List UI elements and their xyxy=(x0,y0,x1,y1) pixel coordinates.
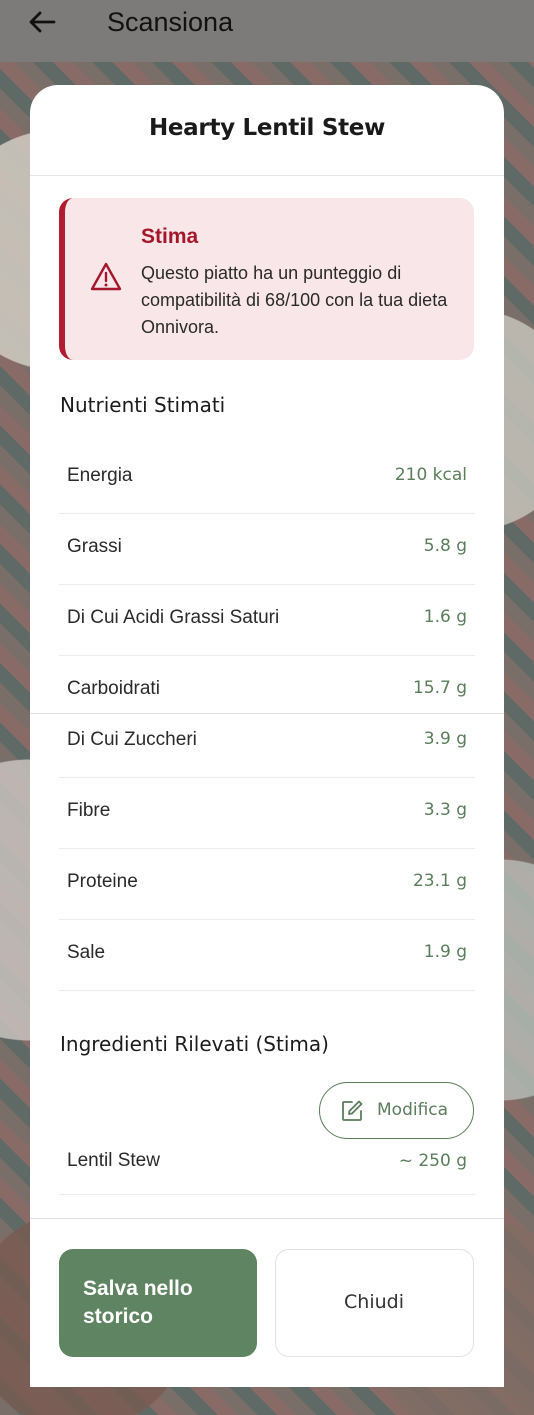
nutrient-row: Fibre 3.3 g xyxy=(59,778,475,849)
warning-triangle-icon xyxy=(90,262,122,291)
nutrient-name: Carboidrati xyxy=(67,678,160,699)
nutrient-name: Grassi xyxy=(67,536,122,557)
nutrient-row: Carboidrati 15.7 g xyxy=(59,656,475,713)
edit-icon xyxy=(342,1100,363,1121)
nutrient-row: Di Cui Zuccheri 3.9 g xyxy=(59,707,475,778)
divider xyxy=(30,175,504,176)
close-button-label: Chiudi xyxy=(344,1291,404,1313)
nutrient-row: Sale 1.9 g xyxy=(59,920,475,991)
back-button[interactable] xyxy=(22,4,62,40)
page-title: Scansiona xyxy=(107,7,234,37)
ingredient-name: Lentil Stew xyxy=(67,1150,160,1171)
alert-message: Questo piatto ha un punteggio di compati… xyxy=(141,263,448,337)
nutrient-value: 5.8 g xyxy=(423,536,467,556)
nutrient-name: Di Cui Acidi Grassi Saturi xyxy=(67,607,280,628)
nutrient-name: Energia xyxy=(67,465,133,486)
save-button-label: Salva nello storico xyxy=(83,1277,193,1328)
nutrient-name: Fibre xyxy=(67,800,111,821)
nutrient-row: Proteine 23.1 g xyxy=(59,849,475,920)
nutrient-value: 23.1 g xyxy=(412,871,467,891)
ingredient-quantity: ~ 250 g xyxy=(398,1151,467,1171)
estimate-alert: Stima Questo piatto ha un punteggio di c… xyxy=(59,198,474,360)
nutrient-row: Grassi 5.8 g xyxy=(59,514,475,585)
nutrient-value: 3.3 g xyxy=(423,800,467,820)
nutrient-value: 1.9 g xyxy=(423,942,467,962)
alert-title: Stima xyxy=(141,225,199,248)
edit-ingredients-button[interactable]: Modifica xyxy=(319,1082,474,1139)
footer-divider xyxy=(30,1218,504,1219)
nutrient-row: Di Cui Acidi Grassi Saturi 1.6 g xyxy=(59,585,475,656)
nutrient-name: Proteine xyxy=(67,871,138,892)
nutrient-value: 15.7 g xyxy=(412,678,467,698)
nutrient-name: Sale xyxy=(67,942,106,963)
nutrient-value: 210 kcal xyxy=(394,465,467,485)
dish-title: Hearty Lentil Stew xyxy=(148,115,386,141)
close-button[interactable]: Chiudi xyxy=(275,1249,474,1357)
edit-label: Modifica xyxy=(377,1100,449,1120)
nutrients-section-title: Nutrienti Stimati xyxy=(60,393,226,417)
result-sheet: Hearty Lentil Stew Stima Questo piatto h… xyxy=(30,85,504,1387)
nutrient-name: Di Cui Zuccheri xyxy=(67,729,197,750)
arrow-left-icon xyxy=(29,11,56,33)
nutrient-value: 3.9 g xyxy=(423,729,467,749)
save-to-history-button[interactable]: Salva nello storico xyxy=(59,1249,257,1357)
top-app-bar: Scansiona xyxy=(0,0,534,62)
ingredient-row: Lentil Stew ~ 250 g xyxy=(59,1135,475,1195)
nutrient-value: 1.6 g xyxy=(423,607,467,627)
nutrient-row: Energia 210 kcal xyxy=(59,443,475,514)
ingredients-section-title: Ingredienti Rilevati (Stima) xyxy=(60,1032,329,1056)
